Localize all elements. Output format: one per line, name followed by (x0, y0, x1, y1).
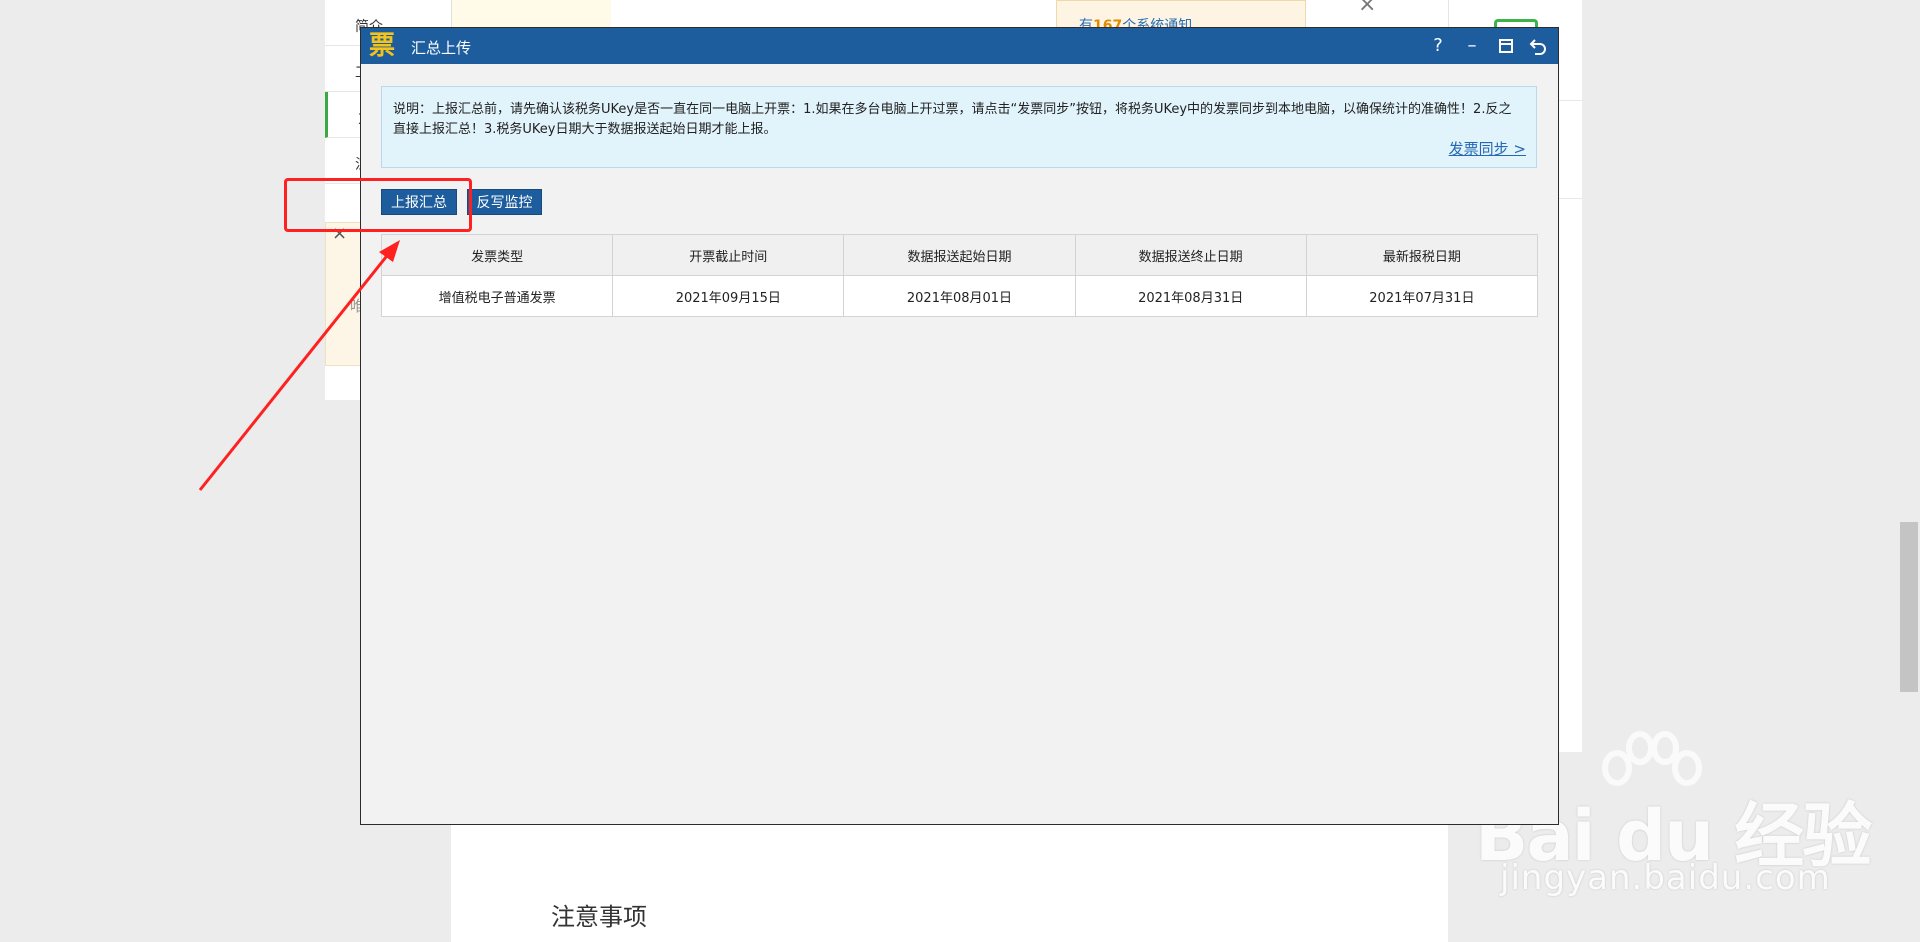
table-cell: 2021年09月15日 (612, 275, 845, 317)
back-button[interactable] (1522, 28, 1554, 64)
instructions-text: 说明：上报汇总前，请先确认该税务UKey是否一直在同一电脑上开票：1.如果在多台… (393, 102, 1512, 137)
annotation-highlight-box (284, 178, 472, 232)
instructions-box: 说明：上报汇总前，请先确认该税务UKey是否一直在同一电脑上开票：1.如果在多台… (381, 86, 1537, 168)
column-header: 发票类型 (380, 234, 614, 276)
dialog-titlebar[interactable]: 票 汇总上传 ? – (361, 28, 1558, 64)
background-top-strip (451, 0, 611, 28)
invoice-sync-link[interactable]: 发票同步 > (1449, 138, 1526, 159)
maximize-icon (1499, 39, 1513, 53)
page-scrollbar[interactable] (1900, 522, 1918, 692)
column-header: 最新报税日期 (1305, 234, 1539, 276)
table-cell: 2021年08月01日 (843, 275, 1076, 317)
notification-close-icon[interactable]: × (1358, 0, 1376, 17)
column-header: 数据报送起始日期 (843, 234, 1076, 276)
section-heading: 注意事项 (551, 903, 647, 931)
writeback-monitor-button[interactable]: 反写监控 (467, 189, 542, 215)
table-row[interactable]: 增值税电子普通发票 2021年09月15日 2021年08月01日 2021年0… (380, 275, 1539, 317)
dialog-title: 汇总上传 (411, 39, 472, 57)
invoice-summary-table: 发票类型 开票截止时间 数据报送起始日期 数据报送终止日期 最新报税日期 增值税… (380, 234, 1539, 317)
minimize-button[interactable]: – (1456, 28, 1488, 64)
column-header: 数据报送终止日期 (1074, 234, 1307, 276)
watermark-url: jingyan.baidu.com (1500, 858, 1831, 898)
help-button[interactable]: ? (1422, 28, 1454, 64)
back-arrow-icon (1529, 39, 1546, 55)
table-cell: 2021年07月31日 (1305, 275, 1539, 317)
column-header: 开票截止时间 (612, 234, 845, 276)
table-cell: 2021年08月31日 (1074, 275, 1307, 317)
summary-upload-dialog: 票 汇总上传 ? – 说明：上报汇总前，请先确认该税务UKey是否一直在同一电脑… (360, 27, 1559, 825)
maximize-button[interactable] (1490, 28, 1522, 64)
invoice-logo-icon: 票 (367, 31, 397, 61)
table-header-row: 发票类型 开票截止时间 数据报送起始日期 数据报送终止日期 最新报税日期 (380, 234, 1539, 276)
table-cell: 增值税电子普通发票 (380, 275, 614, 317)
